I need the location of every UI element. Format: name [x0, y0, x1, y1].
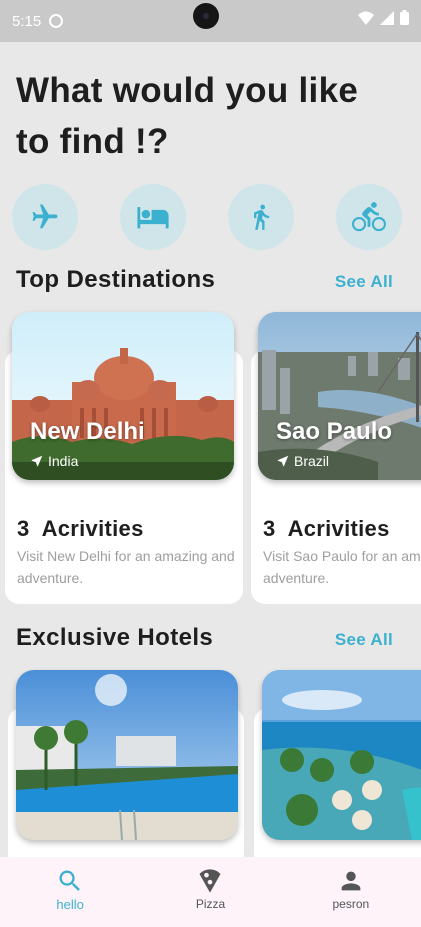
nav-item-person[interactable]: pesron	[281, 857, 421, 927]
status-bar: 5:15	[0, 0, 421, 42]
nav-item-pizza[interactable]: Pizza	[140, 857, 280, 927]
destination-country-label: India	[48, 453, 79, 469]
nav-label: hello	[56, 897, 84, 912]
navigation-arrow-icon	[277, 455, 289, 467]
activities-label: Acrivities	[287, 516, 390, 541]
category-flights[interactable]	[12, 184, 78, 250]
hotel-image-pool[interactable]	[16, 670, 238, 840]
category-cycling[interactable]	[336, 184, 402, 250]
status-time: 5:15	[12, 12, 42, 30]
app-screen: 5:15 What would you like to find !? Top …	[0, 0, 421, 927]
activities-title: 3 Acrivities	[17, 516, 144, 542]
destination-description: Visit Sao Paulo for an amazing and adven…	[263, 545, 421, 589]
destination-description-text: Visit Sao Paulo for an amazing and adven…	[263, 548, 421, 586]
sao-paulo-image[interactable]: Sao Paulo Brazil	[258, 312, 421, 480]
pizza-icon	[199, 869, 221, 893]
destination-country: Brazil	[276, 453, 329, 469]
hotels-see-all-link[interactable]: See All	[335, 630, 393, 650]
category-hotels[interactable]	[120, 184, 186, 250]
destinations-see-all-link[interactable]: See All	[335, 272, 393, 292]
new-delhi-image[interactable]: New Delhi India	[12, 312, 234, 480]
bicycle-icon	[352, 202, 386, 232]
activities-title: 3 Acrivities	[263, 516, 390, 542]
destination-country: India	[30, 453, 78, 469]
navigation-arrow-icon	[31, 455, 43, 467]
activities-count: 3	[263, 516, 276, 541]
bottom-navigation: hello Pizza pesron	[0, 857, 421, 927]
nav-item-hello[interactable]: hello	[0, 857, 140, 927]
person-icon	[341, 871, 361, 891]
nav-label: pesron	[332, 897, 370, 911]
wifi-icon	[358, 11, 374, 25]
battery-icon	[400, 10, 409, 25]
top-destinations-title: Top Destinations	[16, 266, 216, 293]
page-title: What would you like to find !?	[16, 71, 359, 161]
hotel-image-resort[interactable]	[262, 670, 421, 840]
destination-city-name: New Delhi	[30, 418, 145, 445]
bed-icon	[137, 207, 169, 229]
search-icon	[59, 870, 81, 891]
activities-count: 3	[17, 516, 30, 541]
activities-label: Acrivities	[41, 516, 144, 541]
camera-cutout	[193, 3, 219, 29]
destination-city-name: Sao Paulo	[276, 418, 393, 445]
exclusive-hotels-title: Exclusive Hotels	[16, 624, 214, 651]
nav-label: Pizza	[195, 897, 226, 911]
destination-description: Visit New Delhi for an amazing and adven…	[17, 548, 235, 586]
signal-icon	[380, 10, 394, 25]
notification-icon	[49, 14, 64, 28]
walking-icon	[254, 204, 270, 230]
airplane-icon	[32, 204, 58, 229]
destination-country-label: Brazil	[294, 453, 330, 469]
category-walking[interactable]	[228, 184, 294, 250]
